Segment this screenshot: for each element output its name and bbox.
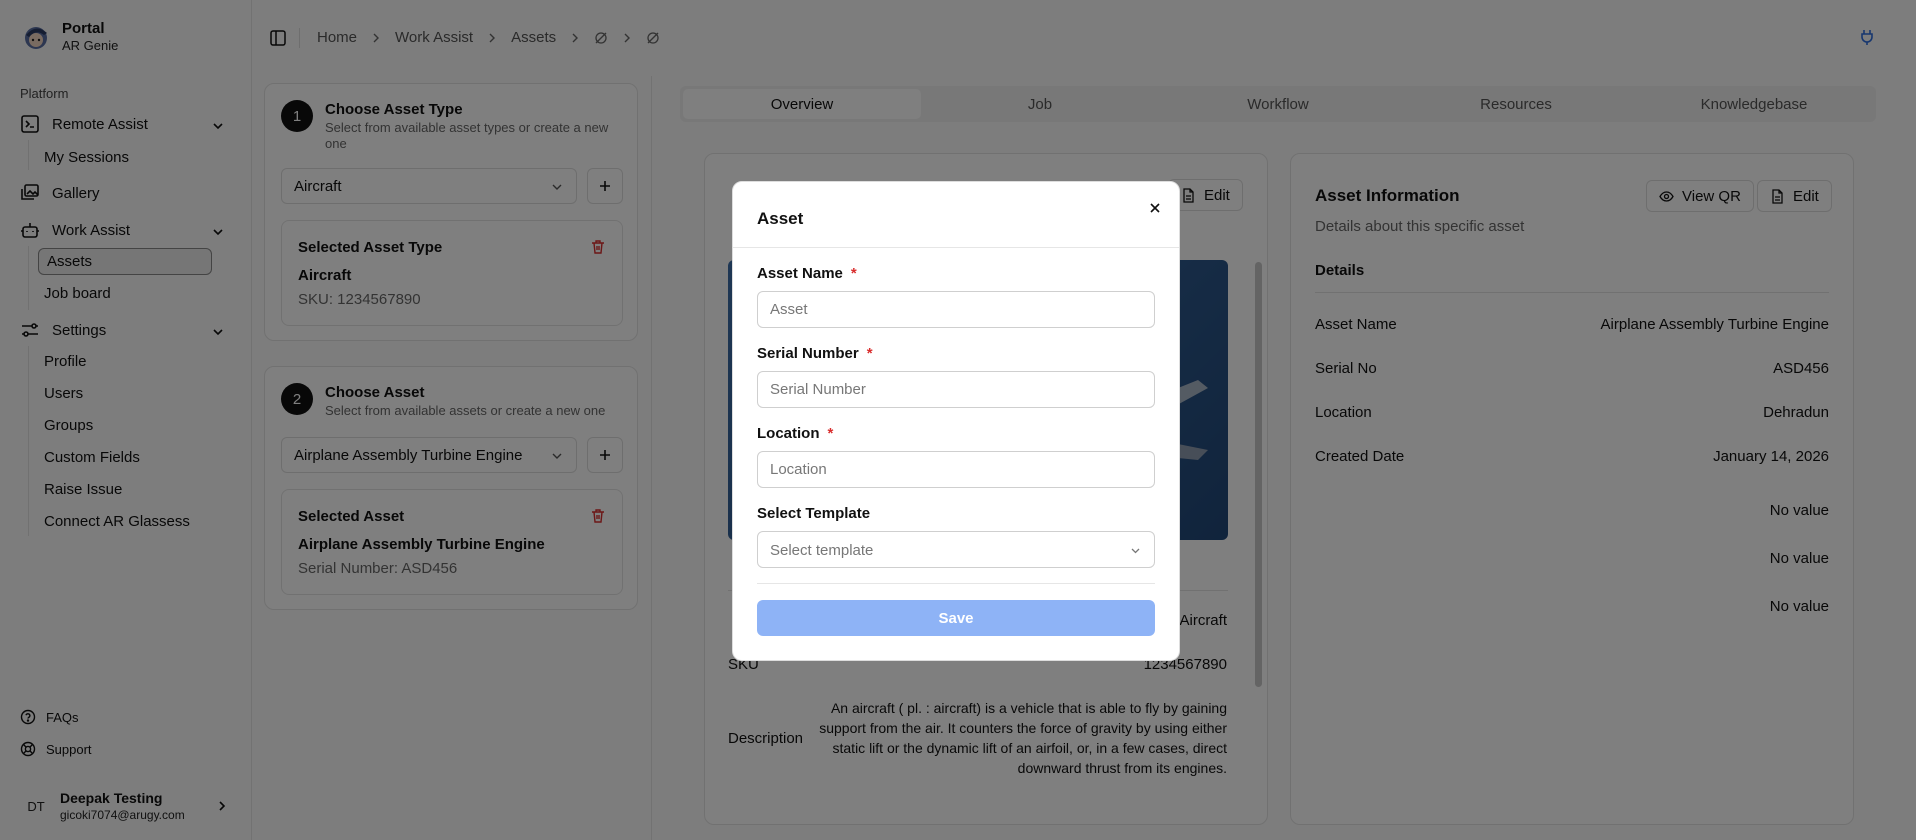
required-mark: * (866, 345, 873, 362)
label-text: Location (757, 425, 820, 442)
dialog-divider (733, 247, 1179, 248)
chevron-down-icon (1131, 548, 1140, 554)
dialog-title: Asset (757, 209, 804, 228)
template-select[interactable]: Select template (757, 531, 1155, 568)
location-label: Location * (757, 425, 833, 442)
select-template-label: Select Template (757, 505, 871, 522)
serial-number-label: Serial Number * (757, 345, 873, 362)
asset-dialog: Asset Asset Name * Serial Number * Locatio… (732, 181, 1180, 661)
asset-name-input[interactable] (757, 291, 1155, 328)
location-input[interactable] (757, 451, 1155, 488)
label-text: Serial Number (757, 345, 859, 362)
serial-number-input[interactable] (757, 371, 1155, 408)
select-placeholder: Select template (770, 542, 874, 559)
required-mark: * (850, 265, 857, 282)
label-text: Asset Name (757, 265, 843, 282)
asset-name-label: Asset Name * (757, 265, 857, 282)
close-icon[interactable] (1147, 200, 1163, 216)
required-mark: * (827, 425, 834, 442)
dialog-divider (757, 583, 1155, 584)
save-button[interactable]: Save (757, 600, 1155, 636)
